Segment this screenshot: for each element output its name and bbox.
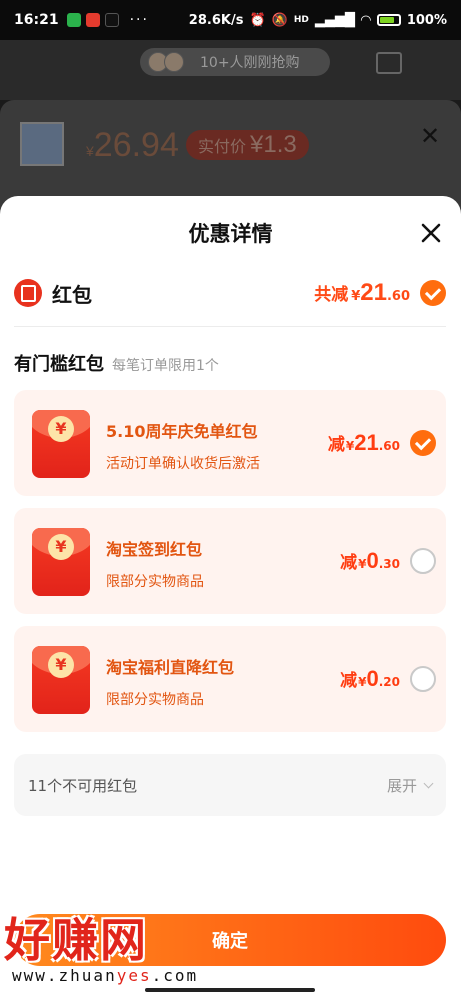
wifi-icon: ◠ xyxy=(360,12,371,28)
total-decimal: .60 xyxy=(386,289,410,304)
site-watermark: 好赚网 www.zhuanyes.com xyxy=(4,912,198,985)
share-icon xyxy=(376,52,402,74)
threshold-section-header: 有门槛红包 每笔订单限用1个 xyxy=(14,350,219,376)
coupon-card[interactable]: ¥ 淘宝福利直降红包 限部分实物商品 减 ¥ 0 .20 xyxy=(14,626,446,732)
watermark-url: www.zhuanyes.com xyxy=(12,966,199,985)
coupon-amount: 减 ¥ 0 .30 xyxy=(340,548,400,573)
status-bar: 16:21 ··· 28.6K/s ⏰ 🔕 HD ▂▄▆█ ◠ 100% xyxy=(0,0,461,40)
recent-buyers-pill: 10+人刚刚抢购 xyxy=(140,48,330,76)
red-envelope-icon: ¥ xyxy=(32,646,90,714)
coupon-checkbox-checked[interactable] xyxy=(410,430,436,456)
red-packet-checkbox[interactable] xyxy=(420,280,446,306)
hd-signal-icon: HD xyxy=(293,15,309,25)
signal-icon: ▂▄▆█ xyxy=(314,12,355,28)
product-price: ¥26.94 xyxy=(86,126,179,165)
buyer-avatars xyxy=(148,52,196,72)
unavailable-packets-label: 11个不可用红包 xyxy=(28,776,138,795)
alarm-icon: ⏰ xyxy=(249,12,266,28)
red-packet-total: 共减 ¥ 21 .60 xyxy=(314,279,410,307)
total-currency: ¥ xyxy=(351,289,361,304)
expand-button[interactable]: 展开 xyxy=(386,775,434,796)
wechat-icon xyxy=(66,13,81,27)
coupon-card[interactable]: ¥ 淘宝签到红包 限部分实物商品 减 ¥ 0 .30 xyxy=(14,508,446,614)
coupon-radio[interactable] xyxy=(410,548,436,574)
divider xyxy=(14,326,446,327)
unavailable-packets-row[interactable]: 11个不可用红包 展开 xyxy=(14,754,446,816)
final-price-label: 实付价 xyxy=(198,137,247,156)
price-value: 26.94 xyxy=(93,126,179,164)
battery-icon xyxy=(376,14,401,26)
tiktok-icon xyxy=(104,13,119,27)
coupon-radio[interactable] xyxy=(410,666,436,692)
discount-details-sheet: 优惠详情 红包 共减 ¥ 21 .60 有门槛红包 每笔订单限用1个 ¥ 5.1… xyxy=(0,196,461,1000)
final-price-badge: 实付价 ¥1.3 xyxy=(186,130,309,160)
coupon-amount: 减 ¥ 21 .60 xyxy=(327,430,400,455)
more-notifications-icon: ··· xyxy=(129,12,149,28)
coupon-amount: 减 ¥ 0 .20 xyxy=(340,666,400,691)
red-packet-icon xyxy=(14,279,42,307)
watermark-logo: 好赚网 xyxy=(4,913,148,967)
red-packet-row[interactable]: 红包 共减 ¥ 21 .60 xyxy=(14,276,446,310)
recent-buyers-text: 10+人刚刚抢购 xyxy=(200,55,300,71)
total-integer: 21 xyxy=(360,279,387,306)
mute-icon: 🔕 xyxy=(271,12,288,28)
sheet-title: 优惠详情 xyxy=(188,222,273,246)
close-icon[interactable] xyxy=(418,220,444,246)
home-indicator xyxy=(145,988,315,992)
coupon-description: 限部分实物商品 xyxy=(106,574,204,590)
status-time: 16:21 xyxy=(14,12,59,28)
red-envelope-icon: ¥ xyxy=(32,528,90,596)
product-thumbnail xyxy=(20,122,64,166)
coupon-description: 活动订单确认收货后激活 xyxy=(106,456,260,472)
price-currency: ¥ xyxy=(86,143,94,159)
section-title: 有门槛红包 xyxy=(14,354,104,375)
network-speed: 28.6K/s xyxy=(188,12,244,28)
red-packet-label: 红包 xyxy=(52,282,92,307)
total-prefix: 共减 xyxy=(314,285,349,305)
coupon-name: 淘宝福利直降红包 xyxy=(106,658,235,677)
background-close-icon: ✕ xyxy=(420,122,441,150)
coupon-description: 限部分实物商品 xyxy=(106,692,204,708)
coupon-name: 5.10周年庆免单红包 xyxy=(106,422,258,441)
app-notification-icon xyxy=(85,13,100,27)
expand-label: 展开 xyxy=(386,776,417,795)
coupon-card[interactable]: ¥ 5.10周年庆免单红包 活动订单确认收货后激活 减 ¥ 21 .60 xyxy=(14,390,446,496)
section-subtitle: 每笔订单限用1个 xyxy=(112,358,219,374)
coupon-name: 淘宝签到红包 xyxy=(106,540,203,559)
battery-percent: 100% xyxy=(406,12,447,28)
red-envelope-icon: ¥ xyxy=(32,410,90,478)
final-price-value: ¥1.3 xyxy=(250,131,297,158)
chevron-down-icon xyxy=(423,778,434,788)
